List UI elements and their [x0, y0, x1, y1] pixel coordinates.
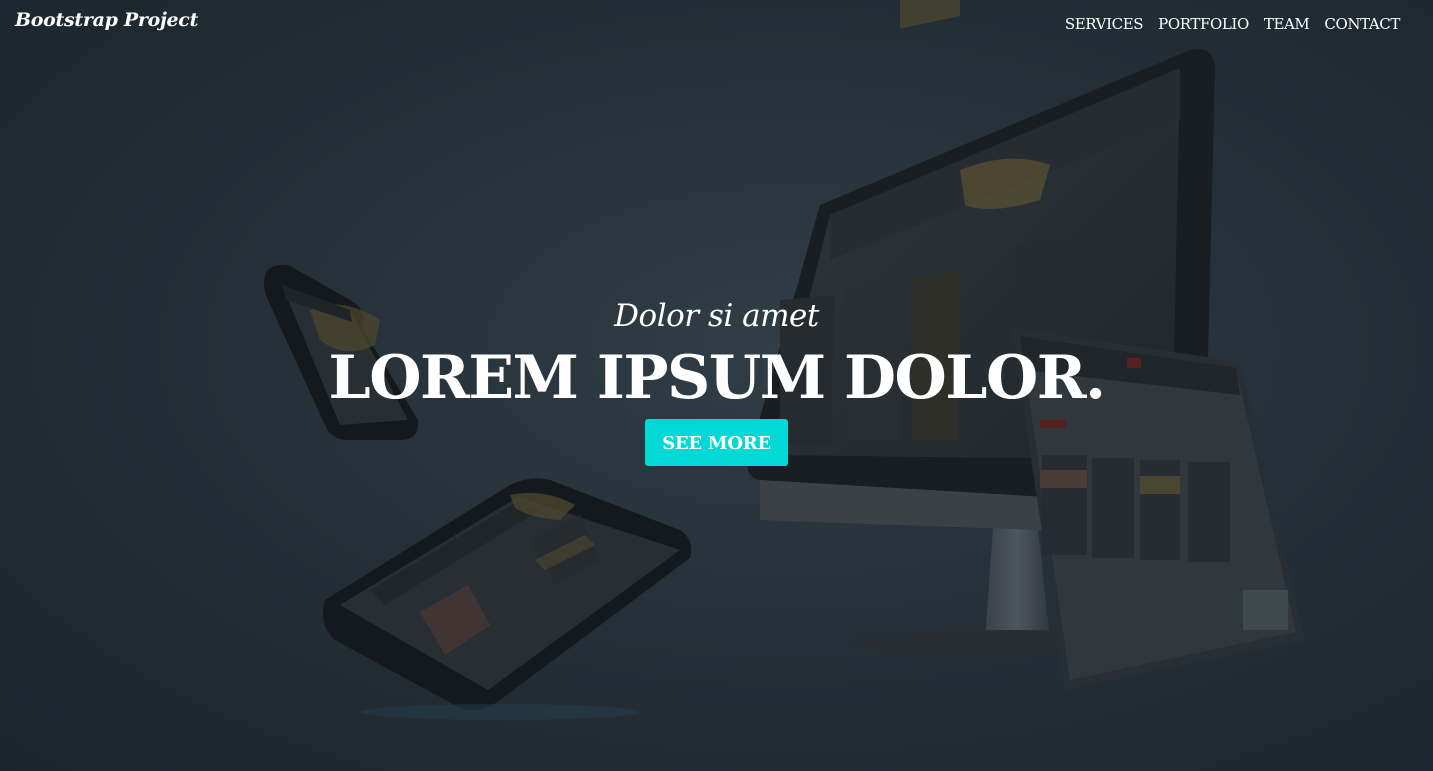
navbar: Bootstrap Project SERVICES PORTFOLIO TEA… — [0, 0, 1433, 50]
nav-link-portfolio[interactable]: PORTFOLIO — [1158, 15, 1249, 33]
nav-item-services: SERVICES — [1065, 14, 1144, 33]
nav-item-portfolio: PORTFOLIO — [1158, 14, 1249, 33]
see-more-button[interactable]: SEE MORE — [645, 419, 788, 466]
nav-link-contact[interactable]: CONTACT — [1324, 15, 1400, 33]
nav-link-team[interactable]: TEAM — [1264, 15, 1310, 33]
brand-link[interactable]: Bootstrap Project — [15, 9, 198, 31]
hero-content: Dolor si amet LOREM IPSUM DOLOR. SEE MOR… — [0, 293, 1433, 466]
nav-menu: SERVICES PORTFOLIO TEAM CONTACT — [1065, 14, 1401, 33]
nav-link-services[interactable]: SERVICES — [1065, 15, 1144, 33]
nav-item-team: TEAM — [1264, 14, 1310, 33]
hero-subheading: Dolor si amet — [614, 298, 819, 334]
nav-item-contact: CONTACT — [1324, 14, 1400, 33]
hero-heading: LOREM IPSUM DOLOR. — [328, 343, 1107, 413]
hero-section: Bootstrap Project SERVICES PORTFOLIO TEA… — [0, 0, 1433, 771]
